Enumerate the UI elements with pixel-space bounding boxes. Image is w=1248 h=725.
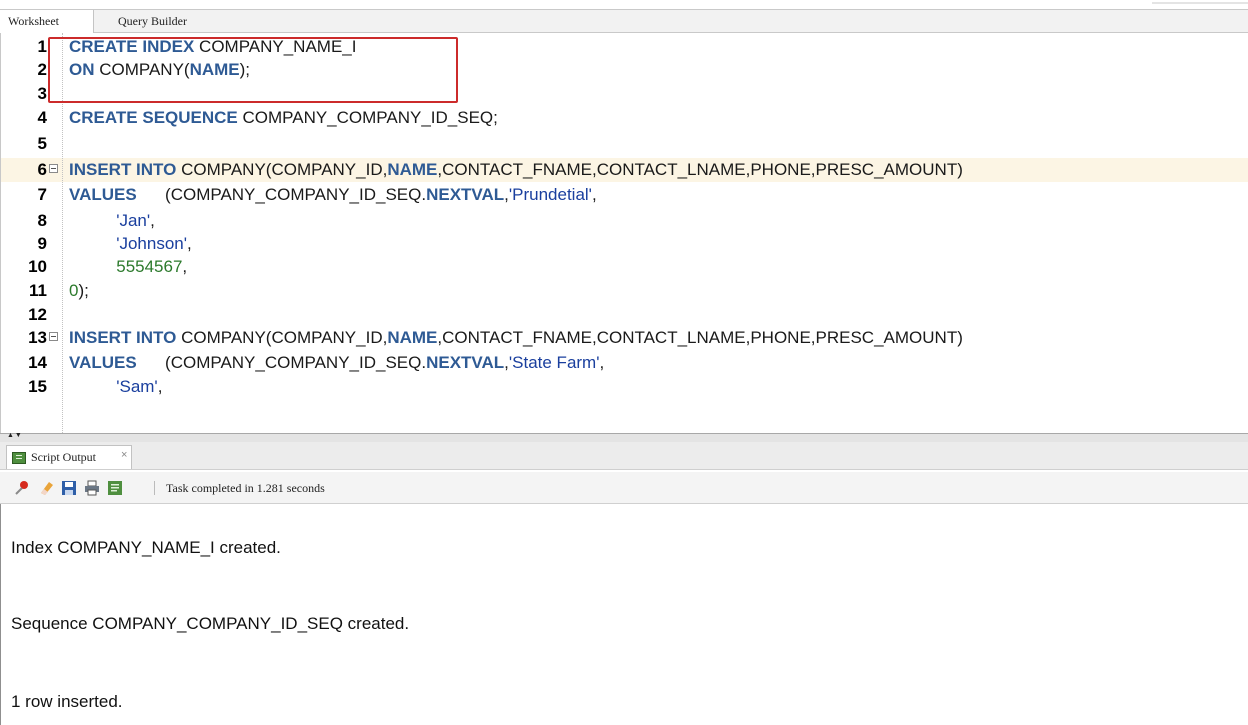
code-token: (COMPANY_COMPANY_ID_SEQ. — [136, 185, 427, 205]
highlight-box — [48, 37, 458, 103]
code-text: INSERT INTO COMPANY(COMPANY_ID,NAME,CONT… — [69, 326, 963, 349]
code-line[interactable]: 9 'Johnson', — [1, 232, 1248, 255]
code-text: VALUES (COMPANY_COMPANY_ID_SEQ.NEXTVAL,'… — [69, 183, 597, 206]
sql-keyword: VALUES — [69, 185, 137, 205]
code-token: ,CONTACT_FNAME,CONTACT_LNAME,PHONE,PRESC… — [437, 160, 963, 180]
save-icon[interactable] — [61, 480, 77, 496]
code-text: INSERT INTO COMPANY(COMPANY_ID,NAME,CONT… — [69, 158, 963, 181]
close-icon[interactable]: × — [121, 449, 127, 461]
task-status: Task completed in 1.281 seconds — [166, 481, 325, 495]
collapse-icon[interactable] — [49, 332, 58, 342]
code-line[interactable]: 7 VALUES (COMPANY_COMPANY_ID_SEQ.NEXTVAL,… — [1, 183, 1248, 206]
code-token: , — [599, 353, 605, 372]
code-token: , — [157, 376, 163, 396]
code-text: 'Johnson', — [69, 232, 192, 255]
top-right-edge — [1152, 2, 1248, 4]
print-icon[interactable] — [84, 480, 100, 496]
script-output-icon — [12, 452, 26, 464]
number-literal: 5554567 — [116, 257, 183, 277]
line-number: 11 — [29, 281, 47, 300]
sql-keyword: CREATE SEQUENCE — [69, 107, 238, 127]
collapse-icon[interactable] — [49, 164, 58, 174]
output-tab-bar: Script Output × — [0, 442, 1248, 470]
code-token: ,CONTACT_FNAME,CONTACT_LNAME,PHONE,PRESC… — [437, 328, 963, 348]
line-number: 9 — [37, 234, 47, 253]
string-literal: 'Johnson' — [116, 234, 187, 253]
code-line[interactable]: 10 5554567, — [1, 255, 1248, 278]
code-token: , — [182, 257, 188, 277]
toolbar-separator — [154, 481, 155, 495]
line-number: 14 — [28, 353, 47, 372]
output-line: Sequence COMPANY_COMPANY_ID_SEQ created. — [11, 614, 410, 633]
string-literal: 'State Farm' — [508, 353, 600, 372]
line-number: 13 — [28, 328, 47, 348]
sql-keyword: VALUES — [69, 353, 137, 372]
worksheet-tab-bar: Worksheet Query Builder — [0, 9, 1248, 33]
code-line[interactable]: 4 CREATE SEQUENCE COMPANY_COMPANY_ID_SEQ; — [1, 106, 1248, 129]
code-token: , — [187, 234, 192, 253]
code-text: CREATE SEQUENCE COMPANY_COMPANY_ID_SEQ; — [69, 106, 498, 129]
code-text: 'Sam', — [69, 375, 162, 398]
splitter-arrows-icon[interactable]: ▲▼ — [7, 432, 23, 439]
output-line: Index COMPANY_NAME_I created. — [11, 538, 281, 557]
code-line[interactable]: 13 INSERT INTO COMPANY(COMPANY_ID,NAME,CO… — [1, 326, 1248, 349]
code-text: VALUES (COMPANY_COMPANY_ID_SEQ.NEXTVAL,'… — [69, 351, 604, 374]
line-number: 10 — [28, 257, 47, 277]
script-output-label: Script Output — [31, 450, 96, 464]
line-number: 7 — [37, 185, 47, 205]
output-line: 1 row inserted. — [11, 692, 123, 711]
string-literal: 'Sam' — [116, 376, 158, 396]
sql-keyword: NEXTVAL — [426, 353, 505, 372]
code-line[interactable]: 11 0); — [1, 279, 1248, 302]
sql-keyword: INSERT INTO — [69, 160, 177, 180]
string-literal: 'Jan' — [116, 210, 151, 230]
code-line[interactable]: 12 — [1, 303, 1248, 326]
code-line[interactable]: 14 VALUES (COMPANY_COMPANY_ID_SEQ.NEXTVAL… — [1, 351, 1248, 374]
sql-keyword: NAME — [387, 328, 438, 348]
pin-icon[interactable] — [14, 480, 30, 496]
line-number: 8 — [37, 210, 47, 230]
sql-keyword: NEXTVAL — [426, 185, 505, 205]
line-number: 6 — [37, 160, 47, 180]
code-line[interactable]: 6 INSERT INTO COMPANY(COMPANY_ID,NAME,CON… — [1, 158, 1248, 182]
code-token: (COMPANY_COMPANY_ID_SEQ. — [136, 353, 427, 372]
code-text: 0); — [69, 279, 89, 302]
code-line[interactable]: 5 — [1, 132, 1248, 155]
line-number: 3 — [37, 83, 47, 103]
code-text: 'Jan', — [69, 209, 155, 232]
string-literal: 'Prundetial' — [508, 185, 592, 205]
tab-script-output[interactable]: Script Output × — [6, 445, 132, 469]
window-top-strip — [0, 0, 1248, 9]
line-number: 12 — [28, 304, 47, 324]
output-toolbar: Task completed in 1.281 seconds — [0, 472, 1248, 504]
code-token: ); — [78, 281, 89, 300]
save-output-icon[interactable] — [107, 480, 123, 496]
line-number: 15 — [28, 376, 47, 396]
code-token: COMPANY_COMPANY_ID_SEQ; — [237, 107, 498, 127]
line-number: 4 — [37, 107, 47, 127]
tab-worksheet[interactable]: Worksheet — [0, 10, 94, 33]
panel-splitter[interactable]: ▲▼ — [0, 432, 1248, 442]
line-number: 2 — [37, 60, 47, 80]
tab-query-builder[interactable]: Query Builder — [110, 10, 195, 32]
code-text: 5554567, — [69, 255, 187, 278]
eraser-icon[interactable] — [38, 480, 54, 496]
code-token: , — [150, 210, 155, 230]
code-token: , — [591, 185, 597, 205]
line-number: 5 — [37, 134, 47, 154]
sql-keyword: NAME — [387, 160, 438, 180]
script-output-area[interactable]: Index COMPANY_NAME_I created. Sequence C… — [0, 504, 1248, 725]
code-line[interactable]: 8 'Jan', — [1, 209, 1248, 232]
sql-keyword: INSERT INTO — [69, 328, 177, 348]
code-token: COMPANY(COMPANY_ID, — [176, 328, 388, 348]
line-number: 1 — [37, 37, 47, 56]
code-token: COMPANY(COMPANY_ID, — [176, 160, 388, 180]
code-line[interactable]: 15 'Sam', — [1, 375, 1248, 398]
